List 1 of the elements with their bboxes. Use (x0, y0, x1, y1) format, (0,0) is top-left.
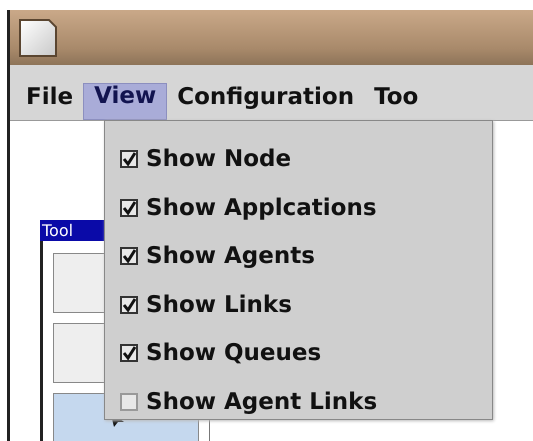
palette-title: Tool (40, 220, 104, 241)
